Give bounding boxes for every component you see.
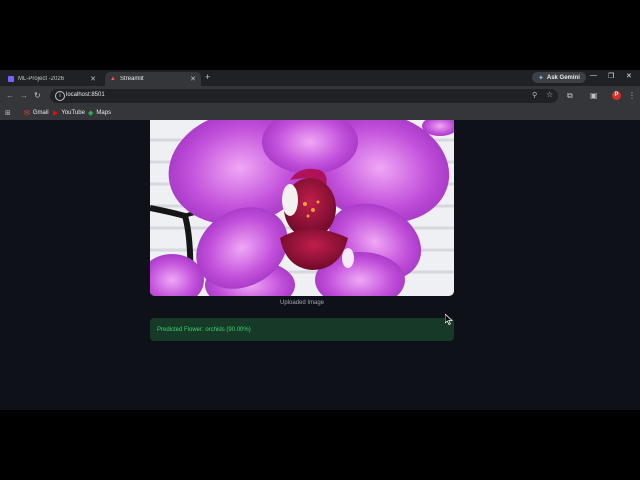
new-tab-button[interactable]: + (205, 72, 210, 82)
site-info-icon[interactable]: i (55, 91, 65, 101)
tab-title: Streamlit (120, 76, 144, 82)
zoom-magnifier-icon[interactable]: ⚲ (532, 91, 537, 99)
browser-window: ML-Project -2026 ✕ ▲ Streamlit ✕ + ✦ Ask… (0, 70, 640, 410)
tab-streamlit[interactable]: ▲ Streamlit ✕ (105, 72, 201, 86)
bookmark-label: YouTube (61, 110, 85, 116)
prediction-text: Predicted Flower: orchids (90.00%) (157, 326, 251, 333)
back-arrow-icon[interactable]: ← (6, 91, 14, 100)
maps-icon: ◆ (88, 110, 94, 117)
menu-kebab-icon[interactable]: ⋮ (628, 91, 636, 100)
prediction-success-alert: Predicted Flower: orchids (90.00%) (150, 318, 454, 341)
tab-strip: ML-Project -2026 ✕ ▲ Streamlit ✕ + ✦ Ask… (0, 70, 640, 86)
image-caption: Uploaded Image (279, 300, 325, 306)
close-window-icon[interactable]: ✕ (626, 72, 632, 80)
minimize-window-icon[interactable]: — (590, 72, 597, 79)
ask-gemini-button[interactable]: ✦ Ask Gemini (532, 72, 586, 83)
bookmarks-bar: ⊞ ✉ Gmail ▶ YouTube ◆ Maps (0, 106, 640, 121)
bookmark-label: Gmail (32, 110, 49, 116)
gemini-sparkle-icon: ✦ (538, 74, 544, 82)
streamlit-app-content: Uploaded Image Predicted Flower: orchids… (0, 120, 640, 410)
streamlit-favicon-icon: ▲ (110, 76, 116, 82)
close-tab-icon[interactable]: ✕ (190, 75, 196, 83)
tab-ml-project[interactable]: ML-Project -2026 ✕ (3, 72, 101, 86)
youtube-icon: ▶ (53, 110, 59, 117)
forward-arrow-icon[interactable]: → (20, 91, 28, 100)
bookmark-gmail[interactable]: ✉ Gmail (24, 109, 49, 117)
reload-icon[interactable]: ↻ (34, 91, 41, 100)
tab-favicon-icon (8, 76, 14, 82)
close-tab-icon[interactable]: ✕ (90, 75, 96, 83)
apps-grid-icon[interactable]: ⊞ (5, 109, 11, 117)
extensions-puzzle-icon[interactable]: ⧉ (567, 91, 573, 101)
bookmark-youtube[interactable]: ▶ YouTube (53, 109, 85, 117)
profile-avatar[interactable]: P (612, 91, 621, 100)
mouse-pointer-icon (445, 314, 453, 325)
address-bar[interactable]: i localhost:8501 ⚲ ☆ (50, 89, 558, 103)
bookmark-label: Maps (96, 110, 112, 116)
gmail-icon: ✉ (24, 110, 30, 117)
bookmark-maps[interactable]: ◆ Maps (88, 109, 111, 117)
ask-gemini-label: Ask Gemini (546, 74, 580, 81)
restore-window-icon[interactable]: ❐ (608, 72, 614, 80)
bookmark-star-icon[interactable]: ☆ (546, 90, 553, 99)
browser-toolbar: ← → ↻ i localhost:8501 ⚲ ☆ ⧉ ▣ P ⋮ (0, 86, 640, 106)
address-url[interactable]: localhost:8501 (66, 92, 105, 98)
side-panel-icon[interactable]: ▣ (590, 91, 598, 100)
uploaded-orchid-image (150, 120, 454, 296)
tab-title: ML-Project -2026 (18, 76, 65, 82)
